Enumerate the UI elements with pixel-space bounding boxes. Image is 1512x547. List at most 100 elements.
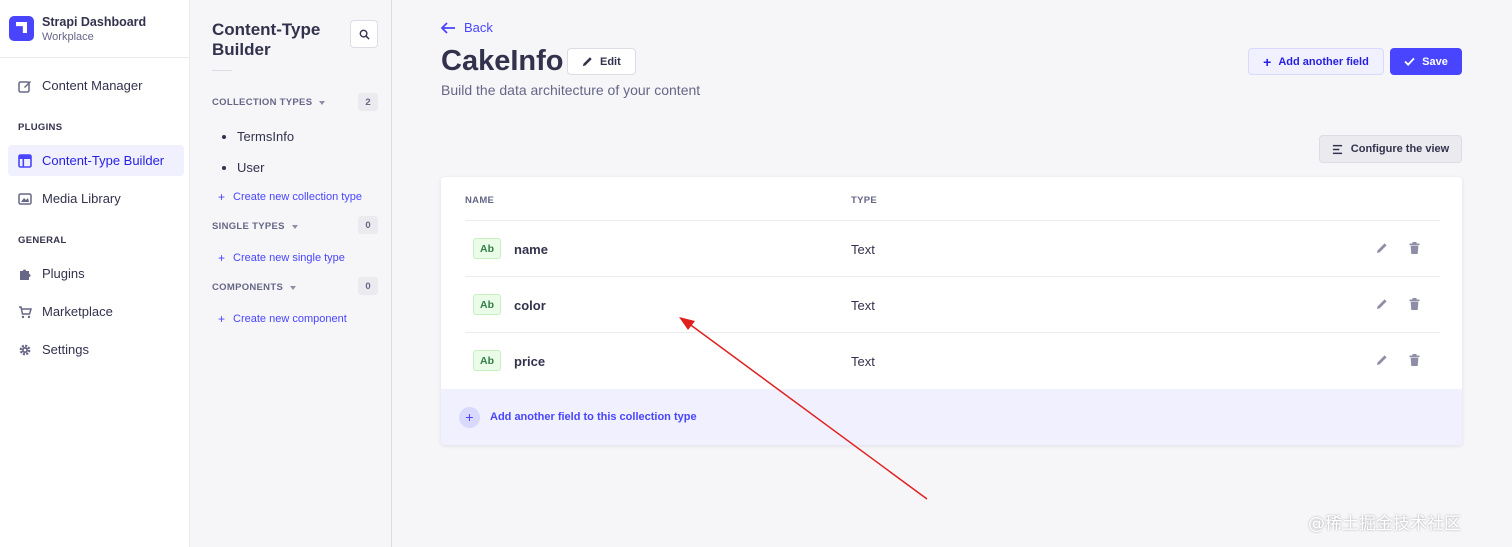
back-label: Back	[464, 20, 493, 35]
delete-field-button[interactable]	[1407, 353, 1421, 367]
edit-field-button[interactable]	[1375, 353, 1389, 367]
caret-down-icon	[291, 224, 298, 229]
collection-types-toggle[interactable]: COLLECTION TYPES	[212, 97, 326, 108]
table-row: Ab price Text	[465, 332, 1440, 388]
plus-icon: +	[218, 190, 226, 204]
caret-down-icon	[319, 100, 326, 105]
cart-icon	[18, 305, 32, 319]
plus-icon: +	[1263, 53, 1272, 70]
back-link[interactable]: Back	[441, 20, 493, 35]
page-title: CakeInfo	[441, 45, 564, 77]
collection-types-count: 2	[358, 93, 378, 111]
components-toggle[interactable]: COMPONENTS	[212, 282, 297, 293]
pencil-icon	[1377, 243, 1387, 253]
caret-down-icon	[290, 285, 297, 290]
fields-table: NAME TYPE Ab name Text Ab color Text Ab …	[441, 177, 1462, 445]
field-name: color	[514, 298, 546, 313]
subnav-divider	[212, 70, 232, 71]
nav-item-plugins[interactable]: Plugins	[8, 258, 184, 289]
create-collection-type-link[interactable]: + Create new collection type	[218, 190, 362, 204]
link-label: Create new single type	[233, 252, 345, 264]
field-type: Text	[851, 354, 875, 369]
nav-item-marketplace[interactable]: Marketplace	[8, 296, 184, 327]
item-label: TermsInfo	[237, 129, 295, 144]
plus-icon: +	[218, 312, 226, 326]
section-label: COLLECTION TYPES	[212, 97, 313, 108]
add-field-to-collection-button[interactable]: + Add another field to this collection t…	[441, 389, 1462, 445]
column-header-type: TYPE	[851, 195, 878, 206]
single-types-count: 0	[358, 216, 378, 234]
nav-item-content-type-builder[interactable]: Content-Type Builder	[8, 145, 184, 176]
text-type-badge: Ab	[473, 238, 501, 259]
field-name: price	[514, 354, 546, 369]
check-icon	[1404, 57, 1415, 66]
trash-icon	[1409, 354, 1419, 366]
edit-button[interactable]: Edit	[567, 48, 636, 75]
pencil-square-icon	[18, 79, 32, 93]
create-single-type-link[interactable]: + Create new single type	[218, 251, 345, 265]
strapi-logo-icon	[9, 16, 34, 41]
edit-label: Edit	[600, 55, 621, 68]
text-type-badge: Ab	[473, 350, 501, 371]
column-header-name: NAME	[465, 195, 495, 206]
single-types-toggle[interactable]: SINGLE TYPES	[212, 221, 298, 232]
field-type: Text	[851, 242, 875, 257]
item-label: User	[237, 160, 265, 175]
button-label: Add another field	[1278, 55, 1369, 68]
trash-icon	[1409, 242, 1419, 254]
nav-item-content-manager[interactable]: Content Manager	[8, 70, 184, 101]
collection-type-item[interactable]: User	[222, 160, 264, 175]
nav-item-label: Content Manager	[42, 78, 143, 93]
edit-field-button[interactable]	[1375, 241, 1389, 255]
watermark: @稀土掘金技术社区	[1308, 514, 1461, 534]
link-label: Create new collection type	[233, 191, 363, 203]
button-label: Add another field to this collection typ…	[490, 411, 697, 423]
create-component-link[interactable]: + Create new component	[218, 312, 347, 326]
table-row: Ab name Text	[465, 220, 1440, 276]
nav-item-media-library[interactable]: Media Library	[8, 183, 184, 214]
bullet-icon	[222, 134, 226, 139]
plus-circle-icon: +	[459, 406, 480, 428]
subnav-search-button[interactable]	[350, 20, 378, 48]
section-label: SINGLE TYPES	[212, 221, 285, 232]
nav-item-settings[interactable]: Settings	[8, 334, 184, 365]
page-subtitle: Build the data architecture of your cont…	[441, 82, 701, 98]
subnav-title: Content-Type Builder	[212, 20, 321, 59]
components-count: 0	[358, 277, 378, 295]
gear-icon	[18, 343, 32, 357]
delete-field-button[interactable]	[1407, 297, 1421, 311]
pencil-icon	[1377, 299, 1387, 309]
button-label: Save	[1422, 55, 1448, 68]
nav-section-plugins: PLUGINS	[18, 122, 63, 133]
field-type: Text	[851, 298, 875, 313]
button-label: Configure the view	[1350, 143, 1450, 155]
field-name: name	[514, 242, 548, 257]
pencil-icon	[1377, 355, 1387, 365]
edit-field-button[interactable]	[1375, 297, 1389, 311]
main-content: Back CakeInfo Edit Build the data archit…	[393, 0, 1512, 547]
nav-item-label: Plugins	[42, 266, 85, 281]
list-settings-icon	[1332, 144, 1342, 154]
table-row: Ab color Text	[465, 276, 1440, 332]
main-nav: Strapi Dashboard Workplace Content Manag…	[0, 0, 190, 547]
brand-subtitle: Workplace	[42, 30, 94, 43]
save-button[interactable]: Save	[1390, 48, 1462, 75]
brand-title: Strapi Dashboard	[42, 14, 147, 29]
section-label: COMPONENTS	[212, 282, 284, 293]
delete-field-button[interactable]	[1407, 241, 1421, 255]
text-type-badge: Ab	[473, 294, 501, 315]
link-label: Create new component	[233, 313, 347, 325]
bullet-icon	[222, 165, 226, 170]
content-type-subnav: Content-Type Builder	[190, 0, 392, 547]
trash-icon	[1409, 298, 1419, 310]
collection-type-item[interactable]: TermsInfo	[222, 129, 294, 144]
add-another-field-button[interactable]: + Add another field	[1248, 48, 1384, 75]
configure-view-button[interactable]: Configure the view	[1319, 135, 1462, 163]
puzzle-icon	[18, 267, 32, 281]
search-icon	[359, 29, 370, 40]
nav-section-general: GENERAL	[18, 235, 67, 246]
arrow-left-icon	[441, 21, 455, 34]
nav-item-label: Settings	[42, 342, 89, 357]
nav-item-label: Media Library	[42, 191, 121, 206]
nav-item-label: Marketplace	[42, 304, 113, 319]
